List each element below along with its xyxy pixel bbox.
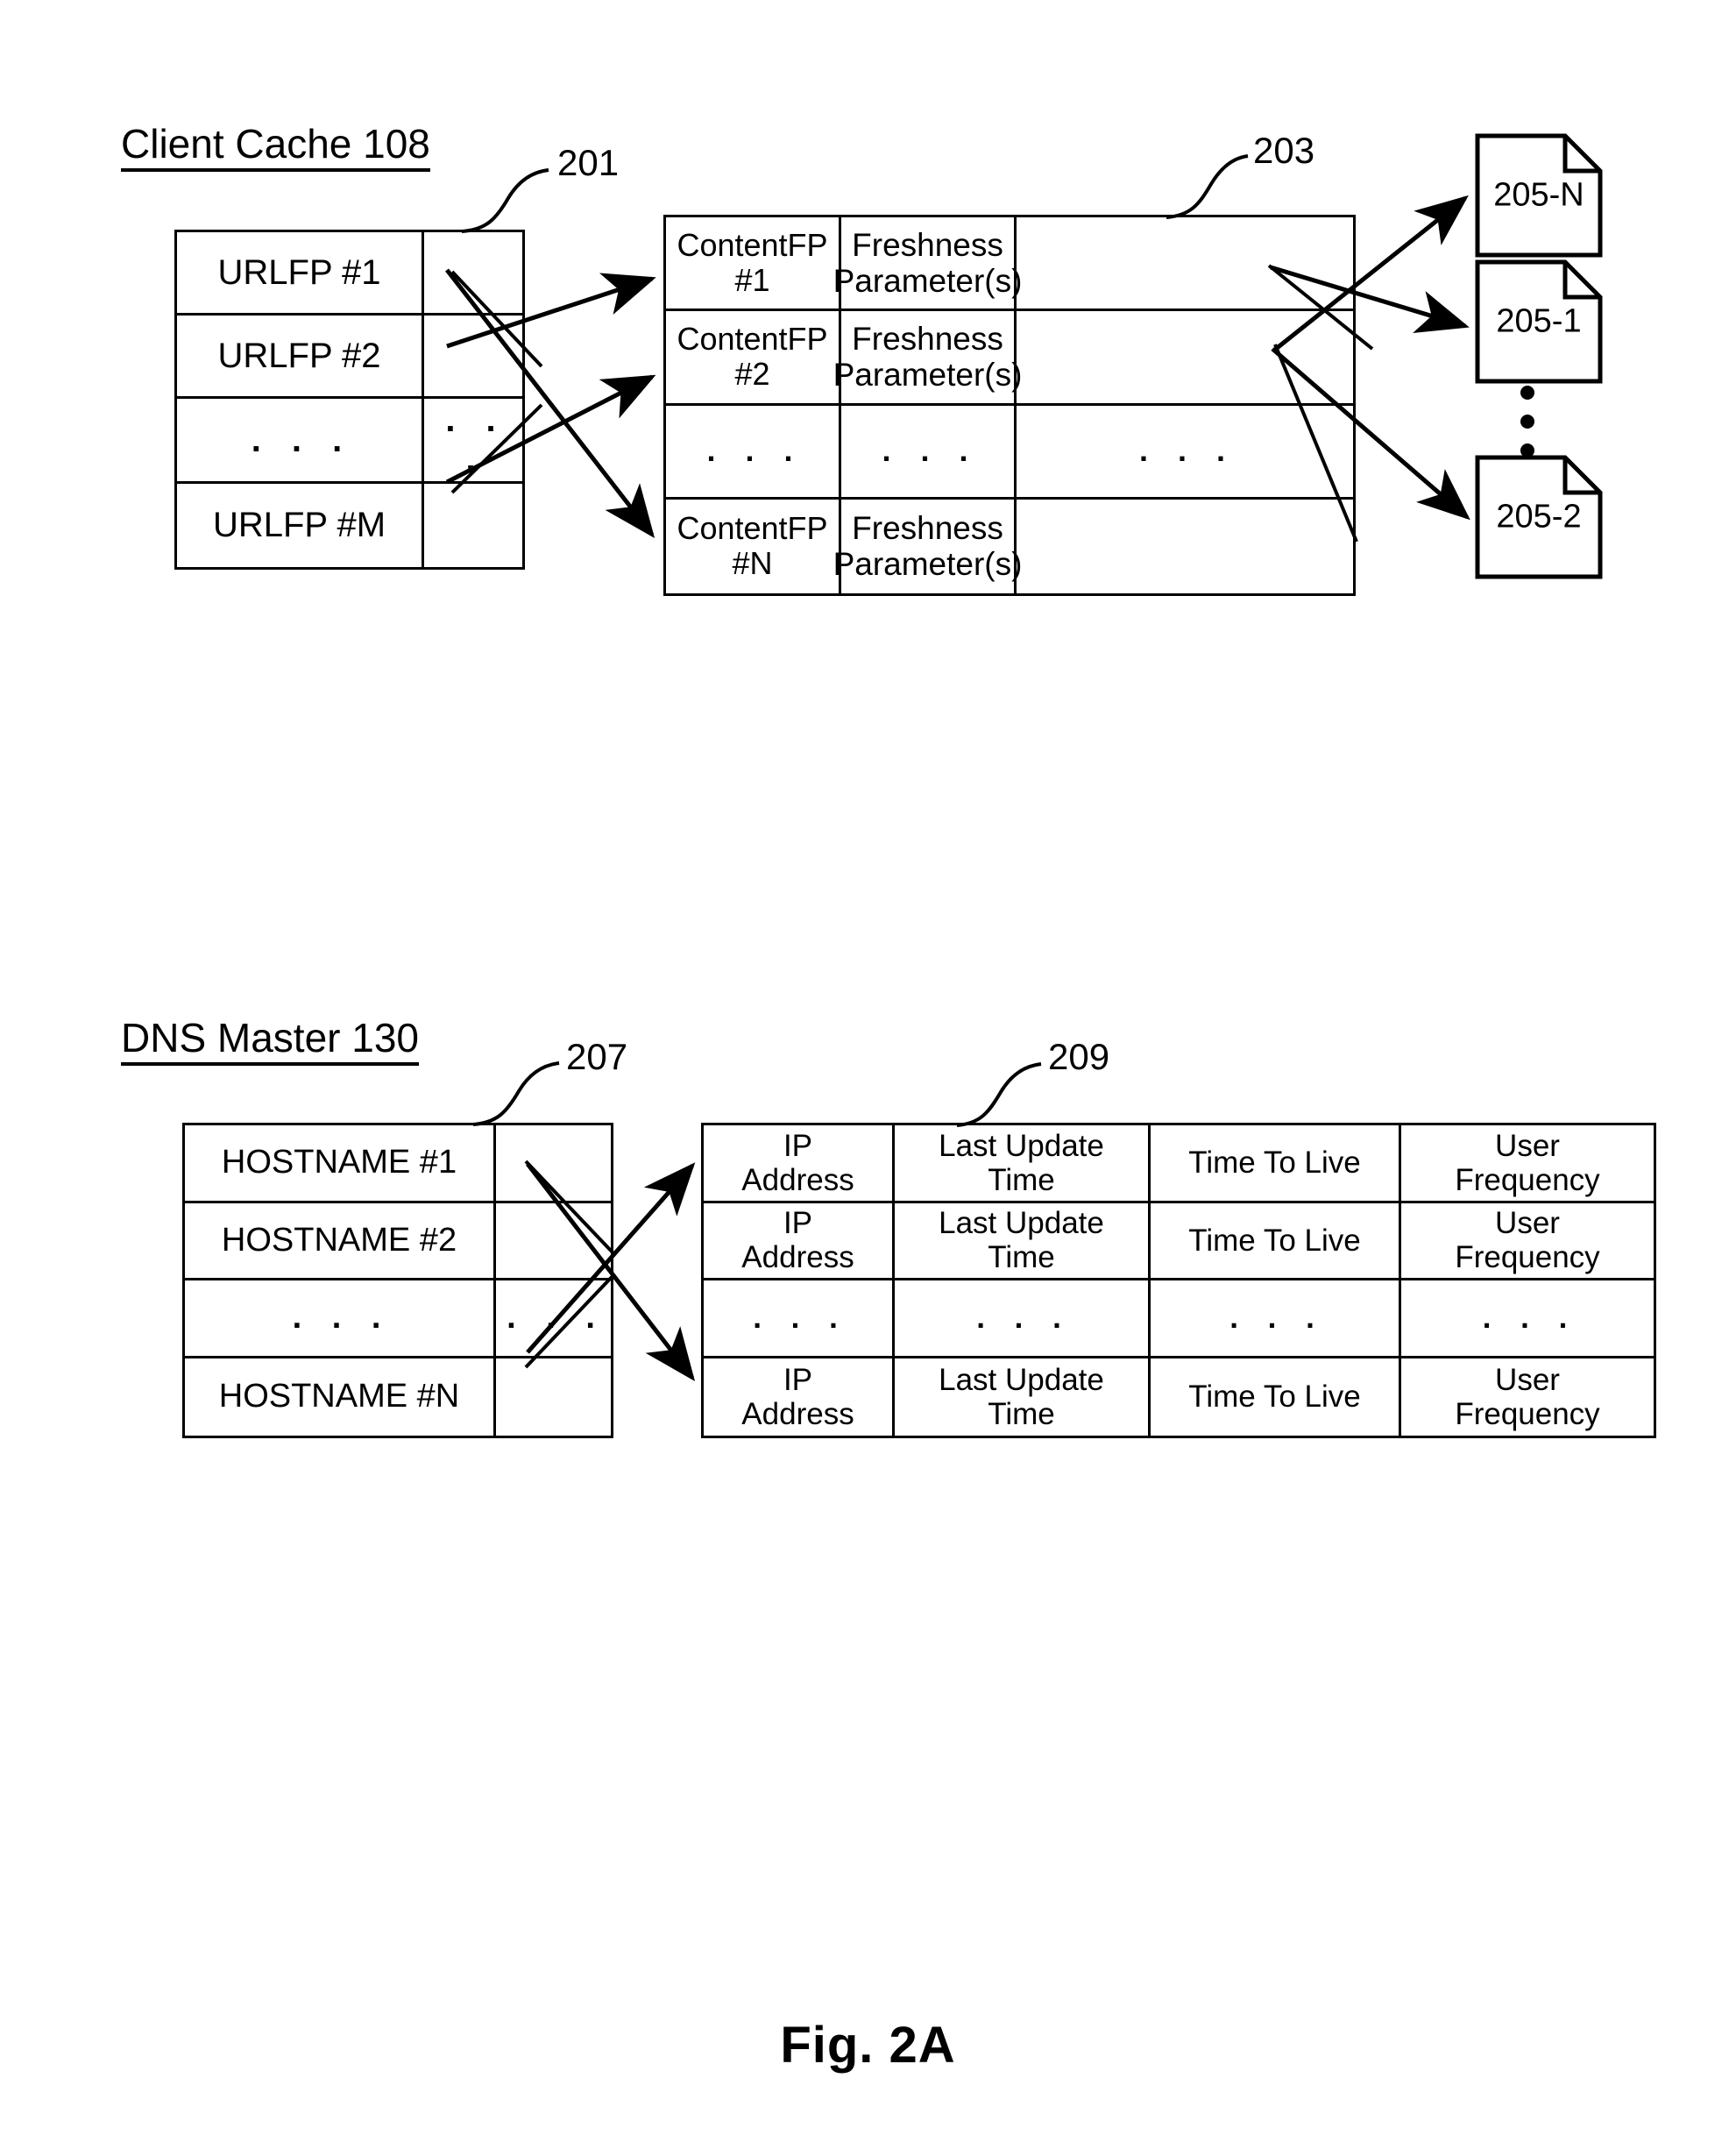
- leader-line-203: [1166, 154, 1249, 219]
- table-cell: HOSTNAME #2: [185, 1202, 496, 1280]
- section-title-dns-master: DNS Master 130: [121, 1017, 420, 1067]
- figure-caption: Fig. 2A: [780, 2017, 956, 2074]
- table-cell: . . .: [841, 405, 1017, 500]
- leader-line-209: [956, 1062, 1042, 1127]
- table-cell: [1017, 311, 1353, 406]
- table-cell: URLFP #M: [177, 483, 424, 567]
- table-cell: . . .: [704, 1280, 895, 1358]
- table-cell: User Frequency: [1401, 1125, 1654, 1203]
- reference-numeral-203: 203: [1253, 130, 1315, 171]
- table-cell: ContentFP #2: [666, 311, 841, 406]
- table-cell: . . .: [1401, 1280, 1654, 1358]
- document-label: 205-2: [1496, 498, 1582, 536]
- table-cell: . . .: [1151, 1280, 1401, 1358]
- leader-line-207: [472, 1061, 560, 1126]
- section-title-client-cache: Client Cache 108: [121, 123, 430, 173]
- table-cell: URLFP #1: [177, 232, 424, 316]
- table-cell: URLFP #2: [177, 316, 424, 400]
- table-cell: . . .: [424, 399, 522, 484]
- table-cell: Freshness Parameter(s): [833, 311, 1022, 406]
- table-cell: IP Address: [704, 1358, 895, 1436]
- dns-record-table: IP Address Last Update Time Time To Live…: [701, 1123, 1656, 1438]
- document-icon-205-n: 205-N: [1475, 133, 1603, 258]
- table-cell: . . .: [1017, 406, 1353, 500]
- reference-numeral-207: 207: [566, 1036, 628, 1077]
- table-cell: [1017, 500, 1353, 593]
- table-cell: ContentFP #1: [666, 217, 841, 312]
- table-cell: . . .: [185, 1280, 496, 1358]
- table-cell: . . .: [895, 1280, 1151, 1358]
- figure-canvas: Client Cache 108 DNS Master 130 201 203 …: [0, 0, 1736, 2135]
- table-cell: Time To Live: [1151, 1125, 1401, 1203]
- table-cell: Time To Live: [1151, 1202, 1401, 1280]
- table-cell: HOSTNAME #N: [185, 1358, 496, 1436]
- reference-numeral-201: 201: [557, 142, 620, 183]
- table-cell: Freshness Parameter(s): [833, 499, 1022, 593]
- document-icon-205-2: 205-2: [1475, 455, 1603, 579]
- table-cell: [424, 484, 522, 567]
- table-cell: [496, 1203, 611, 1280]
- table-cell: [496, 1125, 611, 1203]
- document-label: 205-N: [1493, 176, 1584, 214]
- table-cell: Freshness Parameter(s): [833, 217, 1022, 312]
- table-cell: [424, 232, 522, 316]
- table-cell: . . .: [496, 1280, 611, 1358]
- table-cell: . . .: [666, 405, 841, 500]
- vertical-ellipsis-icon: [1520, 386, 1534, 458]
- table-cell: [496, 1358, 611, 1436]
- leader-line-201: [461, 168, 549, 233]
- document-label: 205-1: [1496, 302, 1582, 340]
- table-cell: Last Update Time: [895, 1202, 1151, 1280]
- hostname-table: HOSTNAME #1 HOSTNAME #2 . . . . . . HOST…: [182, 1123, 613, 1438]
- table-cell: HOSTNAME #1: [185, 1125, 496, 1203]
- table-cell: ContentFP #N: [666, 499, 841, 593]
- table-cell: . . .: [177, 399, 424, 484]
- url-fingerprint-table: URLFP #1 URLFP #2 . . . . . . URLFP #M: [174, 230, 525, 570]
- table-cell: User Frequency: [1401, 1203, 1654, 1280]
- table-cell: User Frequency: [1455, 1362, 1600, 1431]
- table-cell: Last Update Time: [895, 1125, 1151, 1203]
- content-fingerprint-table: ContentFP #1 Freshness Parameter(s) Cont…: [663, 215, 1356, 596]
- table-cell: Time To Live: [1151, 1358, 1401, 1436]
- document-icon-205-1: 205-1: [1475, 259, 1603, 384]
- table-cell: Last Update Time: [895, 1358, 1151, 1436]
- table-cell: [424, 316, 522, 400]
- table-cell: IP Address: [704, 1125, 895, 1203]
- table-cell: [1017, 217, 1353, 312]
- table-cell: IP Address: [704, 1202, 895, 1280]
- reference-numeral-209: 209: [1048, 1036, 1110, 1077]
